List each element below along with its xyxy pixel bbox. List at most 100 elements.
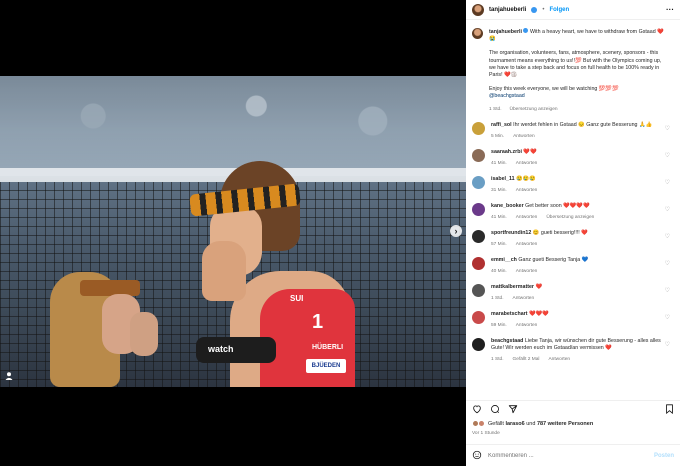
comment-meta: 57 Min. Antworten [491,242,661,247]
commenter-avatar[interactable] [472,337,485,351]
verified-badge-icon [531,6,538,13]
comment-text: Ihr werdet fehlen in Gstaad 😔 Ganz gute … [513,121,653,128]
comment-item: marabetschart ❤️❤️❤️ 59 Min. Antworten ♡ [472,310,674,328]
post-caption: tanjahueberli With a heavy heart, we hav… [472,28,674,112]
caption-author-avatar[interactable] [472,28,483,39]
reply-button[interactable]: Antworten [513,134,535,139]
post-comment-button[interactable]: Posten [654,453,674,459]
comment-body: mattkalbermatter ❤️ [491,284,661,291]
likes-middle: und [524,420,537,427]
more-options-icon[interactable]: ··· [666,5,674,14]
reply-button[interactable]: Antworten [516,242,538,247]
comment-icon[interactable] [490,404,500,417]
comment-time: 59 Min. [491,322,507,328]
liker-username[interactable]: laraso6 [505,421,524,427]
commenter-username[interactable]: sportfreundin12 [491,230,531,236]
commenter-avatar[interactable] [472,310,485,324]
comment-item: saaraah.zrbi ❤️❤️ 41 Min. Antworten ♡ [472,148,674,166]
comment-item: mattkalbermatter ❤️ 1 Std. Antworten ♡ [472,283,674,301]
player-jersey: SUI 1 HÜBERLI BJÜEDEN [260,289,355,387]
author-username[interactable]: tanjahueberli [489,7,526,13]
comment-text: ❤️❤️ [523,148,537,155]
comment-meta: 31 Min. Antworten [491,188,661,193]
commenter-username[interactable]: mattkalbermatter [491,284,534,290]
comment-time: 40 Min. [491,268,507,274]
post-actions-bar [466,400,680,420]
follow-button[interactable]: Folgen [549,7,569,13]
commenter-username[interactable]: isabel_11 [491,176,515,182]
commenter-username[interactable]: raffi_sol [491,122,512,128]
comments-scroll-area[interactable]: tanjahueberli With a heavy heart, we hav… [466,20,680,400]
commenter-avatar[interactable] [472,202,485,216]
comment-body: saaraah.zrbi ❤️❤️ [491,149,661,156]
commenter-avatar[interactable] [472,229,485,243]
tagged-user-icon[interactable] [4,371,16,383]
comment-body: sportfreundin12 😊 gueti besserig!!!! ❤️ [491,230,661,237]
send-icon[interactable] [508,404,518,417]
player-hands [202,241,246,301]
comment-like-heart-icon[interactable]: ♡ [665,314,670,321]
caption-meta: 1 Std. Übersetzung anzeigen [489,107,669,112]
comment-body: isabel_11 😢😢😢 [491,176,661,183]
commenter-username[interactable]: emmi__ch [491,257,517,263]
reply-button[interactable]: Antworten [516,269,538,274]
comment-item: kane_booker Get better soon ❤️❤️❤️❤️ 41 … [472,202,674,220]
comment-like-heart-icon[interactable]: ♡ [665,206,670,213]
bookmark-icon[interactable] [665,404,674,417]
commenter-username[interactable]: marabetschart [491,311,528,317]
comment-item: emmi__ch Ganz gueti Besserig Tanja 💙 40 … [472,256,674,274]
commenter-username[interactable]: kane_booker [491,203,524,209]
caption-mention-link[interactable]: @beachgstaad [489,93,669,100]
comment-body: kane_booker Get better soon ❤️❤️❤️❤️ [491,203,661,210]
comment-input[interactable] [488,452,638,459]
comment-like-heart-icon[interactable]: ♡ [665,179,670,186]
comment-text: ❤️❤️❤️ [529,310,549,317]
reply-button[interactable]: Antworten [516,188,538,193]
player-armband: watch [196,337,276,363]
commenter-avatar[interactable] [472,121,485,135]
comment-like-heart-icon[interactable]: ♡ [665,260,670,267]
comment-meta: 1 Std. Antworten [491,296,661,301]
reply-button[interactable]: Antworten [516,323,538,328]
commenter-avatar[interactable] [472,283,485,297]
comment-translate-link[interactable]: Übersetzung anzeigen [546,215,594,220]
reply-button[interactable]: Antworten [548,357,570,362]
comment-likes[interactable]: Gefällt 2 Mal [513,357,540,362]
comment-like-heart-icon[interactable]: ♡ [665,152,670,159]
header-separator: • [542,6,545,13]
commenter-avatar[interactable] [472,148,485,162]
commenter-username[interactable]: beachgstaad [491,338,523,344]
comment-text: Ganz gueti Besserig Tanja 💙 [518,256,589,263]
comment-text: 😊 gueti besserig!!!! ❤️ [532,229,588,236]
photo-background-player [50,272,160,387]
comment-body: emmi__ch Ganz gueti Besserig Tanja 💙 [491,257,661,264]
caption-username[interactable]: tanjahueberli [489,29,522,35]
comment-like-heart-icon[interactable]: ♡ [665,287,670,294]
comment-time: 57 Min. [491,241,507,247]
comment-time: 41 Min. [491,160,507,166]
next-image-button[interactable]: › [450,225,462,237]
media-panel: SUI 1 HÜBERLI BJÜEDEN watch › [0,0,466,466]
caption-body: tanjahueberli With a heavy heart, we hav… [489,28,669,101]
caption-time: 1 Std. [489,106,502,112]
jersey-sponsor: BJÜEDEN [306,359,346,373]
commenter-avatar[interactable] [472,175,485,189]
comment-like-heart-icon[interactable]: ♡ [665,233,670,240]
comment-time: 31 Min. [491,187,507,193]
heart-icon[interactable] [472,404,482,417]
likes-count[interactable]: 787 weitere Personen [537,421,593,427]
reply-button[interactable]: Antworten [516,161,538,166]
reply-button[interactable]: Antworten [516,215,538,220]
commenter-avatar[interactable] [472,256,485,270]
bg-player-visor [80,280,140,296]
comment-like-heart-icon[interactable]: ♡ [665,341,670,348]
emoji-icon[interactable] [472,450,482,462]
post-photo[interactable]: SUI 1 HÜBERLI BJÜEDEN watch [0,76,466,387]
jersey-name: HÜBERLI [312,344,344,351]
author-avatar[interactable] [472,3,484,16]
reply-button[interactable]: Antworten [513,296,535,301]
caption-translate-link[interactable]: Übersetzung anzeigen [510,107,558,112]
comment-body: beachgstaad Liebe Tanja, wir wünschen di… [491,338,661,352]
commenter-username[interactable]: saaraah.zrbi [491,149,522,155]
comment-like-heart-icon[interactable]: ♡ [665,125,670,132]
